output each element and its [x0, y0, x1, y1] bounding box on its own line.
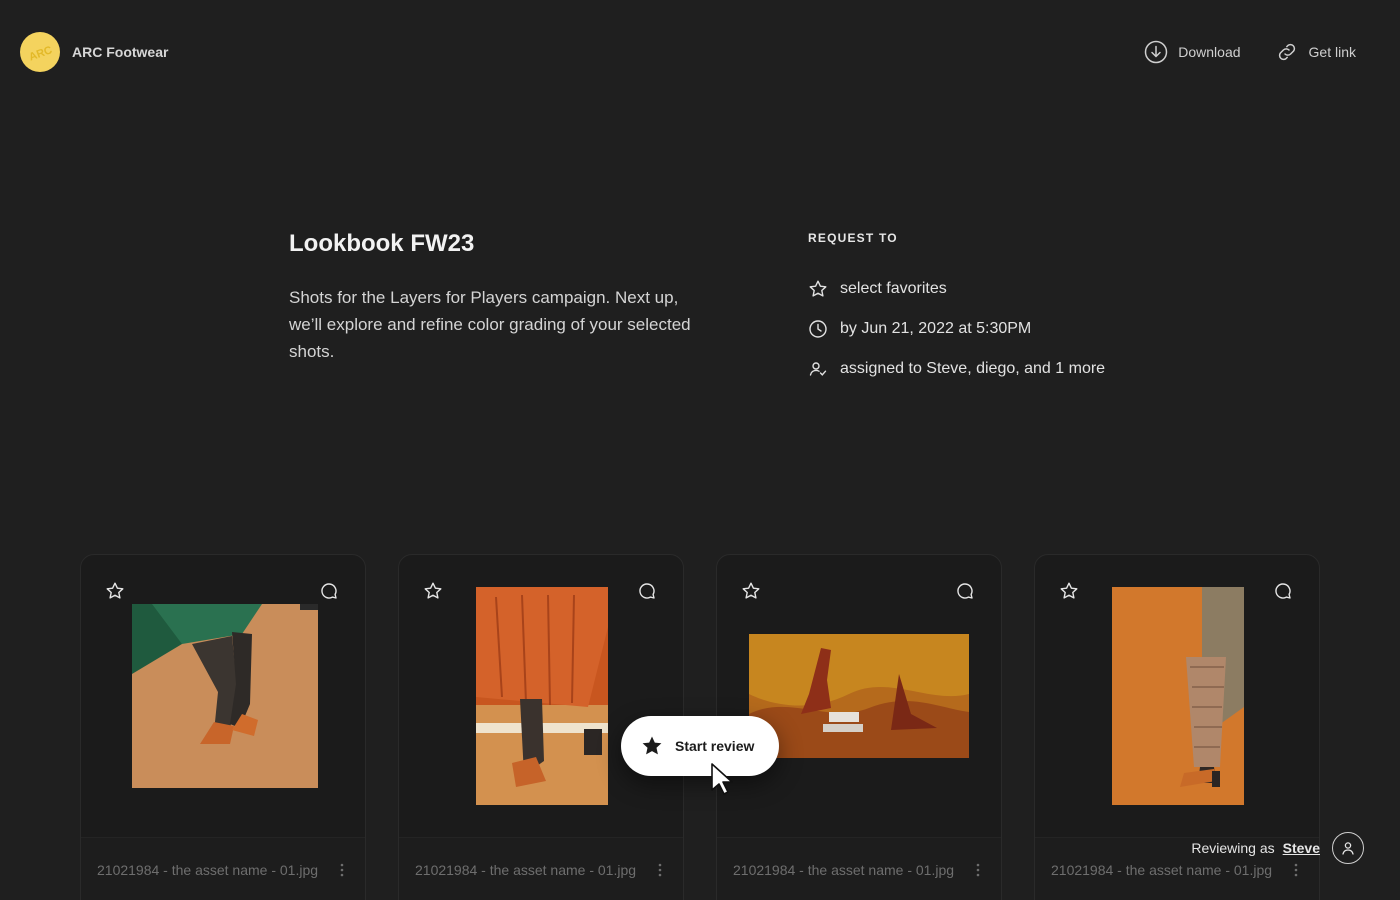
more-options-icon[interactable]: [973, 862, 983, 878]
request-item-assignees: assigned to Steve, diego, and 1 more: [808, 358, 1105, 380]
request-item-text: select favorites: [840, 280, 947, 297]
request-item-text: by Jun 21, 2022 at 5:30PM: [840, 320, 1032, 337]
asset-thumbnail[interactable]: [476, 587, 608, 805]
arc-logo-icon: ARC: [27, 44, 54, 63]
brand[interactable]: ARC ARC Footwear: [20, 32, 168, 72]
start-review-button[interactable]: Start review: [621, 716, 779, 776]
asset-thumbnail[interactable]: [749, 634, 969, 758]
request-item-favorites: select favorites: [808, 278, 1105, 300]
asset-name: 21021984 - the asset name - 01.jpg: [733, 862, 955, 878]
star-filled-icon: [642, 736, 662, 755]
comment-icon[interactable]: [637, 581, 657, 601]
reviewer-status: Reviewing as Steve: [1191, 832, 1364, 864]
request-item-text: assigned to Steve, diego, and 1 more: [840, 360, 1106, 377]
asset-name: 21021984 - the asset name - 01.jpg: [1051, 862, 1273, 878]
download-icon: [1145, 40, 1168, 64]
download-button[interactable]: Download: [1144, 40, 1241, 64]
comment-icon[interactable]: [319, 581, 339, 601]
photo-legs-green-dress: [132, 604, 318, 788]
photo-orange-skirt: [476, 587, 608, 805]
star-icon: [809, 280, 827, 297]
user-assign-icon: [809, 362, 827, 376]
request-heading: REQUEST TO: [808, 231, 898, 245]
asset-thumbnail[interactable]: [132, 604, 318, 788]
photo-plaid-trousers: [1112, 587, 1244, 805]
start-review-label: Start review: [675, 738, 755, 754]
mouse-cursor-icon: [711, 763, 733, 795]
favorite-star-icon[interactable]: [1059, 581, 1079, 601]
header-actions: Download Get link: [1144, 40, 1356, 64]
request-list: select favorites by Jun 21, 2022 at 5:30…: [808, 278, 1105, 380]
link-icon: [1278, 43, 1295, 61]
user-icon: [1342, 842, 1354, 855]
get-link-label: Get link: [1308, 44, 1356, 60]
reviewer-prefix: Reviewing as: [1191, 840, 1275, 856]
clock-icon: [809, 320, 827, 338]
user-avatar-button[interactable]: [1332, 832, 1364, 864]
favorite-star-icon[interactable]: [423, 581, 443, 601]
brand-logo: ARC: [20, 32, 60, 72]
asset-card[interactable]: 21021984 - the asset name - 01.jpg: [80, 554, 366, 900]
asset-name: 21021984 - the asset name - 01.jpg: [415, 862, 637, 878]
more-options-icon[interactable]: [655, 862, 665, 878]
card-footer: 21021984 - the asset name - 01.jpg: [399, 837, 683, 900]
comment-icon[interactable]: [1273, 581, 1293, 601]
request-description: Shots for the Layers for Players campaig…: [289, 288, 691, 361]
reviewer-name-link[interactable]: Steve: [1283, 840, 1320, 856]
card-footer: 21021984 - the asset name - 01.jpg: [81, 837, 365, 900]
favorite-star-icon[interactable]: [105, 581, 125, 601]
card-footer: 21021984 - the asset name - 01.jpg: [717, 837, 1001, 900]
photo-heels-on-fabric: [749, 634, 969, 758]
page-title: Lookbook FW23: [289, 230, 475, 257]
svg-text:ARC: ARC: [27, 44, 54, 63]
download-label: Download: [1178, 44, 1241, 60]
get-link-button[interactable]: Get link: [1275, 40, 1356, 64]
request-item-deadline: by Jun 21, 2022 at 5:30PM: [808, 318, 1105, 340]
asset-name: 21021984 - the asset name - 01.jpg: [97, 862, 319, 878]
favorite-star-icon[interactable]: [741, 581, 761, 601]
more-options-icon[interactable]: [1291, 862, 1301, 878]
comment-icon[interactable]: [955, 581, 975, 601]
more-options-icon[interactable]: [337, 862, 347, 878]
asset-thumbnail[interactable]: [1112, 587, 1244, 805]
brand-name: ARC Footwear: [72, 44, 169, 60]
